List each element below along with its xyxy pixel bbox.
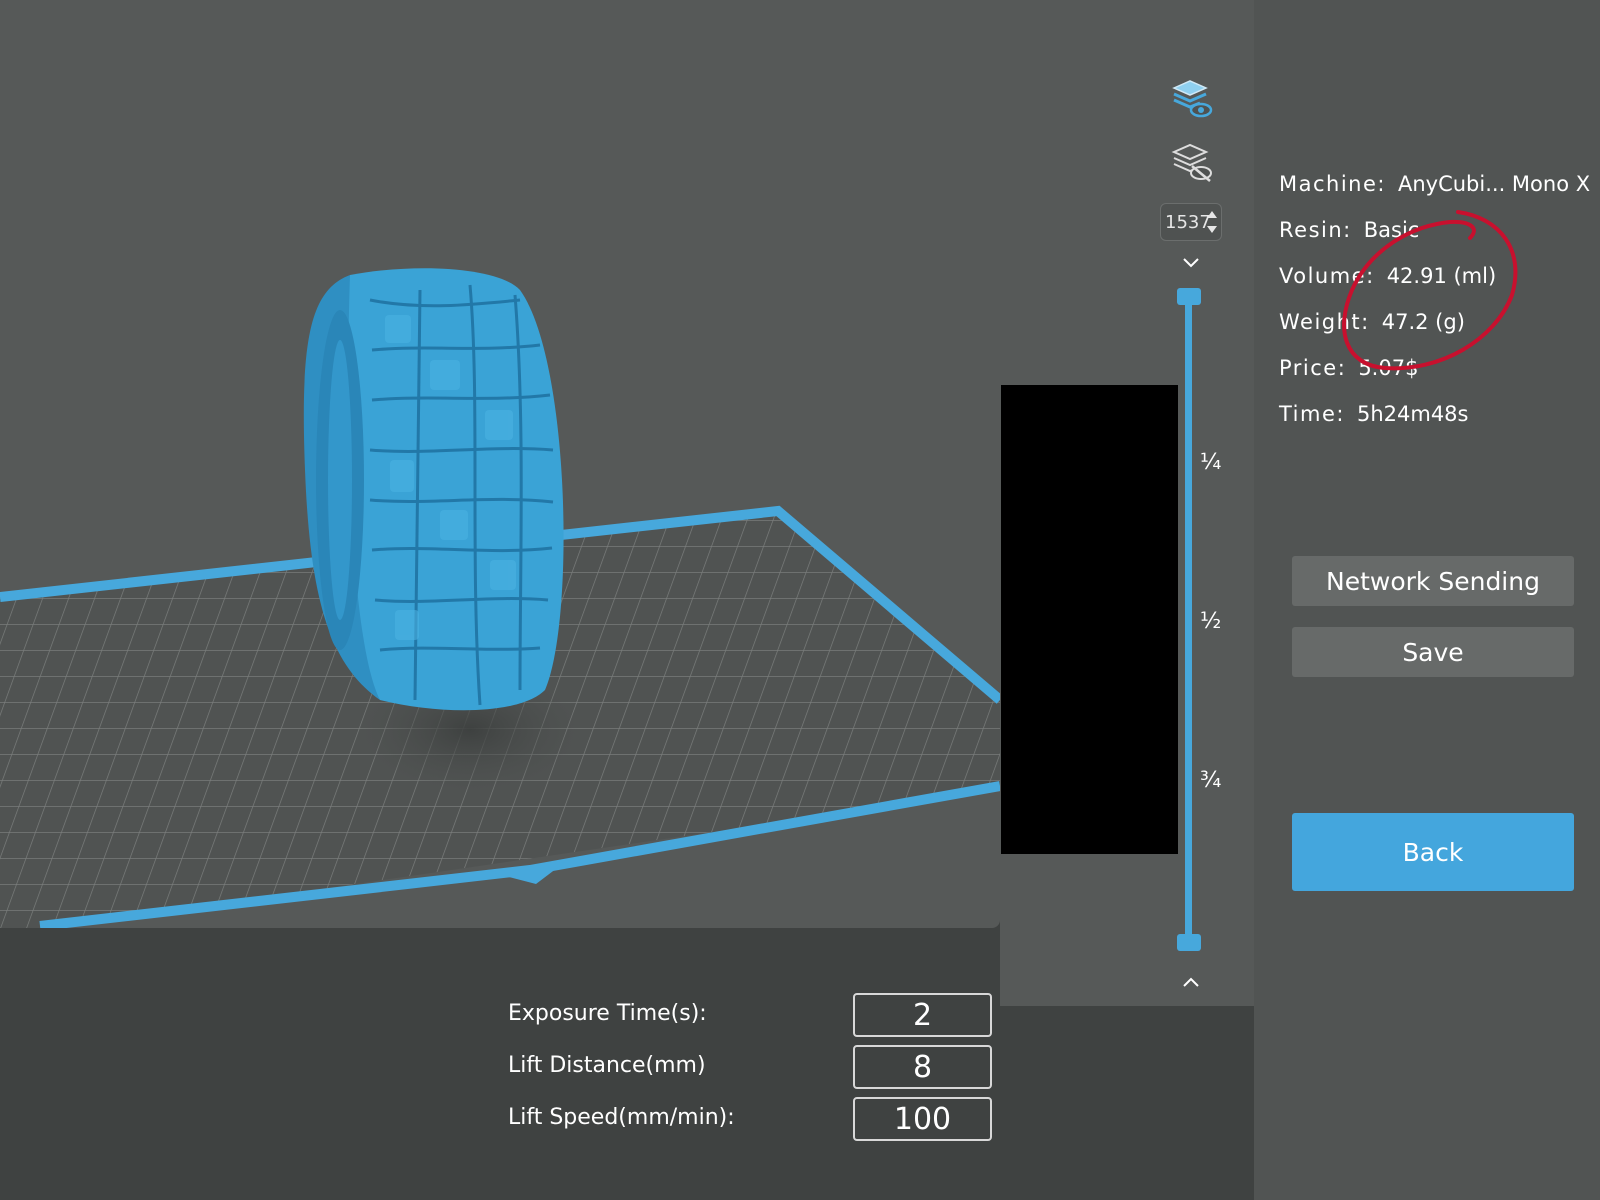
time-value: 5h24m48s (1356, 402, 1469, 426)
layer-count-value: 1537 (1165, 212, 1211, 233)
resin-label: Resin: (1279, 218, 1352, 242)
spin-up-icon[interactable] (1207, 211, 1217, 218)
exposure-time-label: Exposure Time(s): (508, 1001, 707, 1026)
lift-speed-input[interactable] (853, 1097, 992, 1141)
price-value: 5.07$ (1358, 356, 1419, 380)
lift-distance-input[interactable] (853, 1045, 992, 1089)
price-label: Price: (1279, 356, 1347, 380)
layer-slider-track[interactable] (1185, 298, 1192, 945)
lift-distance-label: Lift Distance(mm) (508, 1053, 706, 1078)
resin-row: Resin: Basic (1279, 218, 1419, 242)
layer-slider-top-handle[interactable] (1177, 288, 1201, 305)
machine-row: Machine: AnyCubi... Mono X (1279, 172, 1590, 196)
weight-value: 47.2 (g) (1381, 310, 1465, 334)
slider-tick-quarter: ¼ (1200, 450, 1222, 475)
network-sending-button[interactable]: Network Sending (1292, 556, 1574, 606)
tire-model[interactable] (303, 268, 564, 711)
time-row: Time: 5h24m48s (1279, 402, 1468, 426)
weight-row: Weight: 47.2 (g) (1279, 310, 1465, 334)
volume-value: 42.91 (ml) (1386, 264, 1497, 288)
exposure-time-input[interactable] (853, 993, 992, 1037)
machine-value: AnyCubi... Mono X (1397, 172, 1591, 196)
spin-down-icon[interactable] (1207, 226, 1217, 233)
layers-eye-icon[interactable] (1170, 78, 1214, 124)
layers-eye-off-icon[interactable] (1170, 142, 1214, 188)
volume-row: Volume: 42.91 (ml) (1279, 264, 1496, 288)
machine-label: Machine: (1279, 172, 1386, 196)
slider-tick-three-quarter: ¾ (1200, 768, 1222, 793)
lift-speed-label: Lift Speed(mm/min): (508, 1105, 735, 1130)
slider-tick-half: ½ (1200, 609, 1222, 634)
time-label: Time: (1279, 402, 1345, 426)
back-button[interactable]: Back (1292, 813, 1574, 891)
layer-count-spinbox[interactable]: 1537 (1160, 203, 1222, 241)
build-scene (0, 268, 1000, 928)
chevron-up-icon[interactable] (1182, 973, 1200, 992)
3d-viewport[interactable] (0, 0, 1000, 928)
layer-preview (1001, 385, 1178, 854)
price-row: Price: 5.07$ (1279, 356, 1418, 380)
save-button[interactable]: Save (1292, 627, 1574, 677)
chevron-down-icon[interactable] (1182, 254, 1200, 273)
layer-slider-bottom-handle[interactable] (1177, 934, 1201, 951)
resin-value: Basic (1363, 218, 1420, 242)
weight-label: Weight: (1279, 310, 1370, 334)
volume-label: Volume: (1279, 264, 1375, 288)
